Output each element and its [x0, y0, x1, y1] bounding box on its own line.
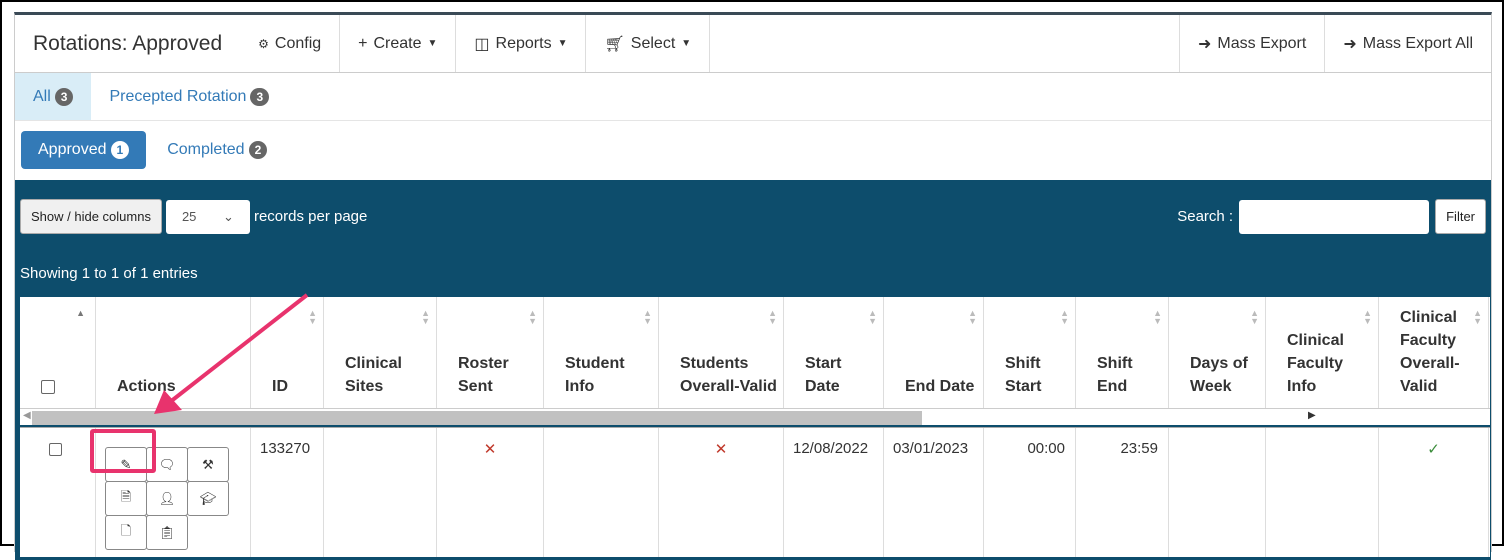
annotation-arrow: [154, 293, 309, 414]
